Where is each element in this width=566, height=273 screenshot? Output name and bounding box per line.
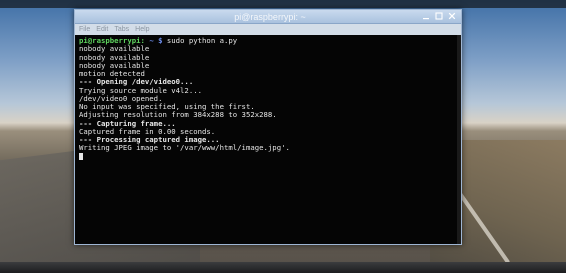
close-icon[interactable] bbox=[447, 11, 457, 21]
menu-tabs[interactable]: Tabs bbox=[114, 24, 129, 35]
menu-help[interactable]: Help bbox=[135, 24, 149, 35]
output-line: Writing JPEG image to '/var/www/html/ima… bbox=[79, 143, 290, 153]
monitor-bezel-top bbox=[0, 0, 566, 8]
window-titlebar[interactable]: pi@raspberrypi: ~ bbox=[75, 10, 461, 24]
maximize-icon[interactable] bbox=[434, 11, 444, 21]
prompt-path: ~ $ bbox=[149, 36, 163, 45]
menubar: File Edit Tabs Help bbox=[75, 24, 461, 35]
command-text: sudo python a.py bbox=[162, 36, 238, 45]
terminal-window[interactable]: pi@raspberrypi: ~ File Edit Tabs Help pi… bbox=[74, 9, 462, 245]
window-title: pi@raspberrypi: ~ bbox=[234, 12, 306, 22]
text-cursor bbox=[79, 152, 83, 160]
monitor-bezel-bottom bbox=[0, 262, 566, 273]
terminal-scrollbar[interactable] bbox=[457, 35, 461, 244]
terminal-output[interactable]: pi@raspberrypi: ~ $ sudo python a.py nob… bbox=[75, 35, 461, 244]
cursor-line bbox=[79, 152, 457, 161]
minimize-icon[interactable] bbox=[421, 11, 431, 21]
menu-edit[interactable]: Edit bbox=[96, 24, 108, 35]
window-controls bbox=[421, 11, 457, 23]
menu-file[interactable]: File bbox=[79, 24, 90, 35]
